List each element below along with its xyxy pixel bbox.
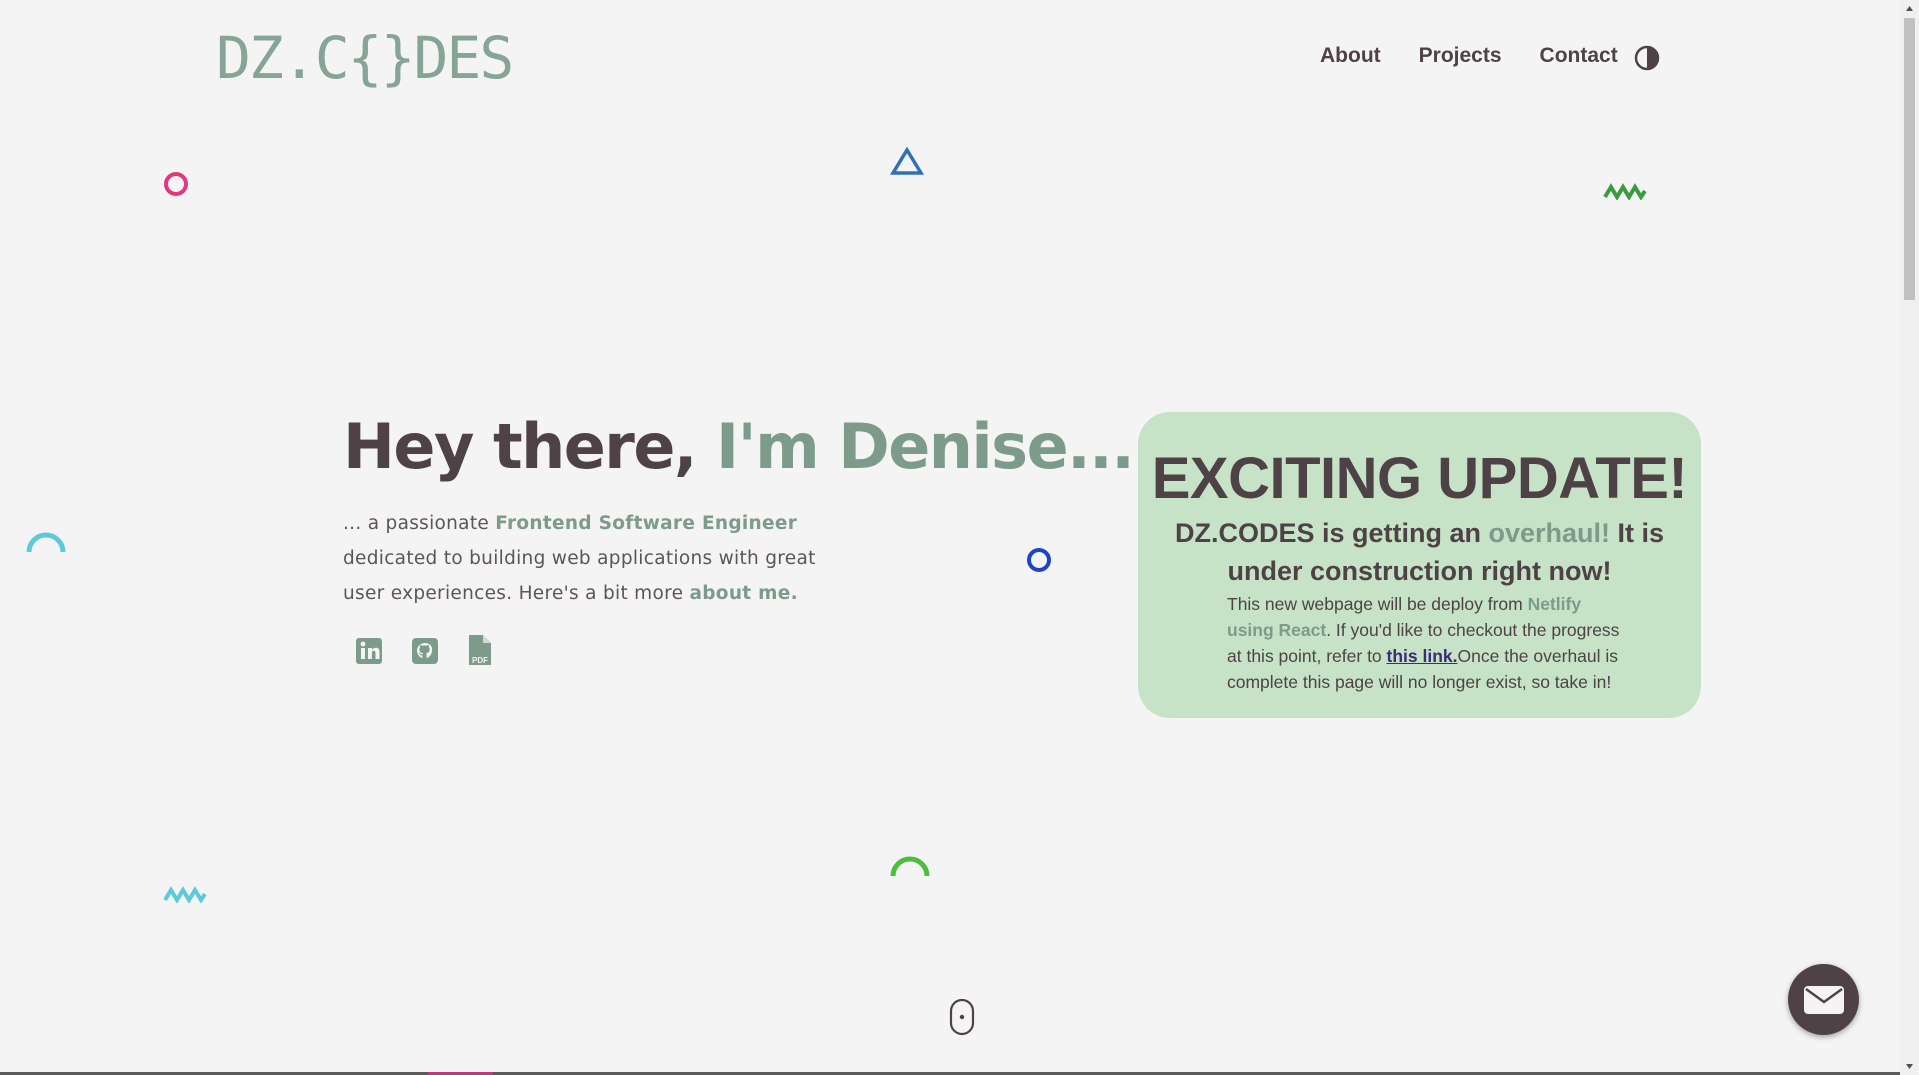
ring-decoration-icon bbox=[1027, 548, 1051, 572]
arc-decoration-icon bbox=[890, 856, 930, 877]
zigzag-decoration-icon bbox=[1603, 183, 1647, 200]
social-links: PDF bbox=[354, 634, 496, 666]
hero-title: Hey there, I'm Denise... bbox=[343, 405, 1135, 489]
pdf-icon[interactable]: PDF bbox=[466, 634, 496, 666]
hero-intro-end: . bbox=[790, 583, 798, 604]
envelope-icon bbox=[1803, 985, 1844, 1014]
site-logo[interactable]: DZ.C{}DES bbox=[216, 26, 514, 90]
main-nav: About Projects Contact bbox=[1320, 44, 1618, 68]
hero-intro-part: ... a passionate bbox=[343, 513, 496, 534]
zigzag-decoration-icon bbox=[163, 886, 207, 903]
vertical-scrollbar[interactable] bbox=[1900, 0, 1919, 1075]
contact-mail-button[interactable] bbox=[1788, 964, 1859, 1035]
nav-contact[interactable]: Contact bbox=[1540, 44, 1618, 68]
update-body-part: This new webpage will be deploy from bbox=[1227, 594, 1528, 614]
update-card: EXCITING UPDATE! DZ.CODES is getting an … bbox=[1138, 412, 1701, 718]
nav-about[interactable]: About bbox=[1320, 44, 1381, 68]
about-me-link[interactable]: about me bbox=[689, 583, 790, 604]
svg-text:PDF: PDF bbox=[472, 656, 488, 665]
linkedin-icon[interactable] bbox=[354, 634, 384, 666]
scroll-up-arrow-icon[interactable] bbox=[1904, 2, 1915, 14]
nav-projects[interactable]: Projects bbox=[1419, 44, 1502, 68]
hero-intro: ... a passionate Frontend Software Engin… bbox=[343, 506, 843, 611]
update-subheading: DZ.CODES is getting an overhaul! It is u… bbox=[1168, 514, 1671, 590]
hero-title-name: I'm Denise... bbox=[716, 410, 1135, 483]
hero-title-lead: Hey there, bbox=[343, 410, 717, 483]
update-body: This new webpage will be deploy from Net… bbox=[1227, 591, 1627, 695]
scrollbar-thumb[interactable] bbox=[1904, 18, 1915, 300]
hero-intro-role: Frontend Software Engineer bbox=[495, 513, 798, 534]
page: DZ.C{}DES About Projects Contact Hey the… bbox=[0, 0, 1900, 1075]
scroll-down-arrow-icon[interactable] bbox=[1904, 1061, 1915, 1073]
progress-link[interactable]: this link. bbox=[1387, 646, 1458, 666]
ring-decoration-icon bbox=[164, 172, 188, 196]
update-sub-part: DZ.CODES is getting an bbox=[1174, 518, 1489, 548]
update-sub-accent: overhaul! bbox=[1488, 518, 1611, 548]
arc-decoration-icon bbox=[26, 532, 66, 553]
triangle-decoration-icon bbox=[890, 146, 924, 175]
github-icon[interactable] bbox=[410, 634, 440, 666]
update-heading: EXCITING UPDATE! bbox=[1151, 446, 1688, 511]
mouse-scroll-icon bbox=[949, 998, 975, 1036]
contrast-icon[interactable] bbox=[1634, 45, 1660, 71]
